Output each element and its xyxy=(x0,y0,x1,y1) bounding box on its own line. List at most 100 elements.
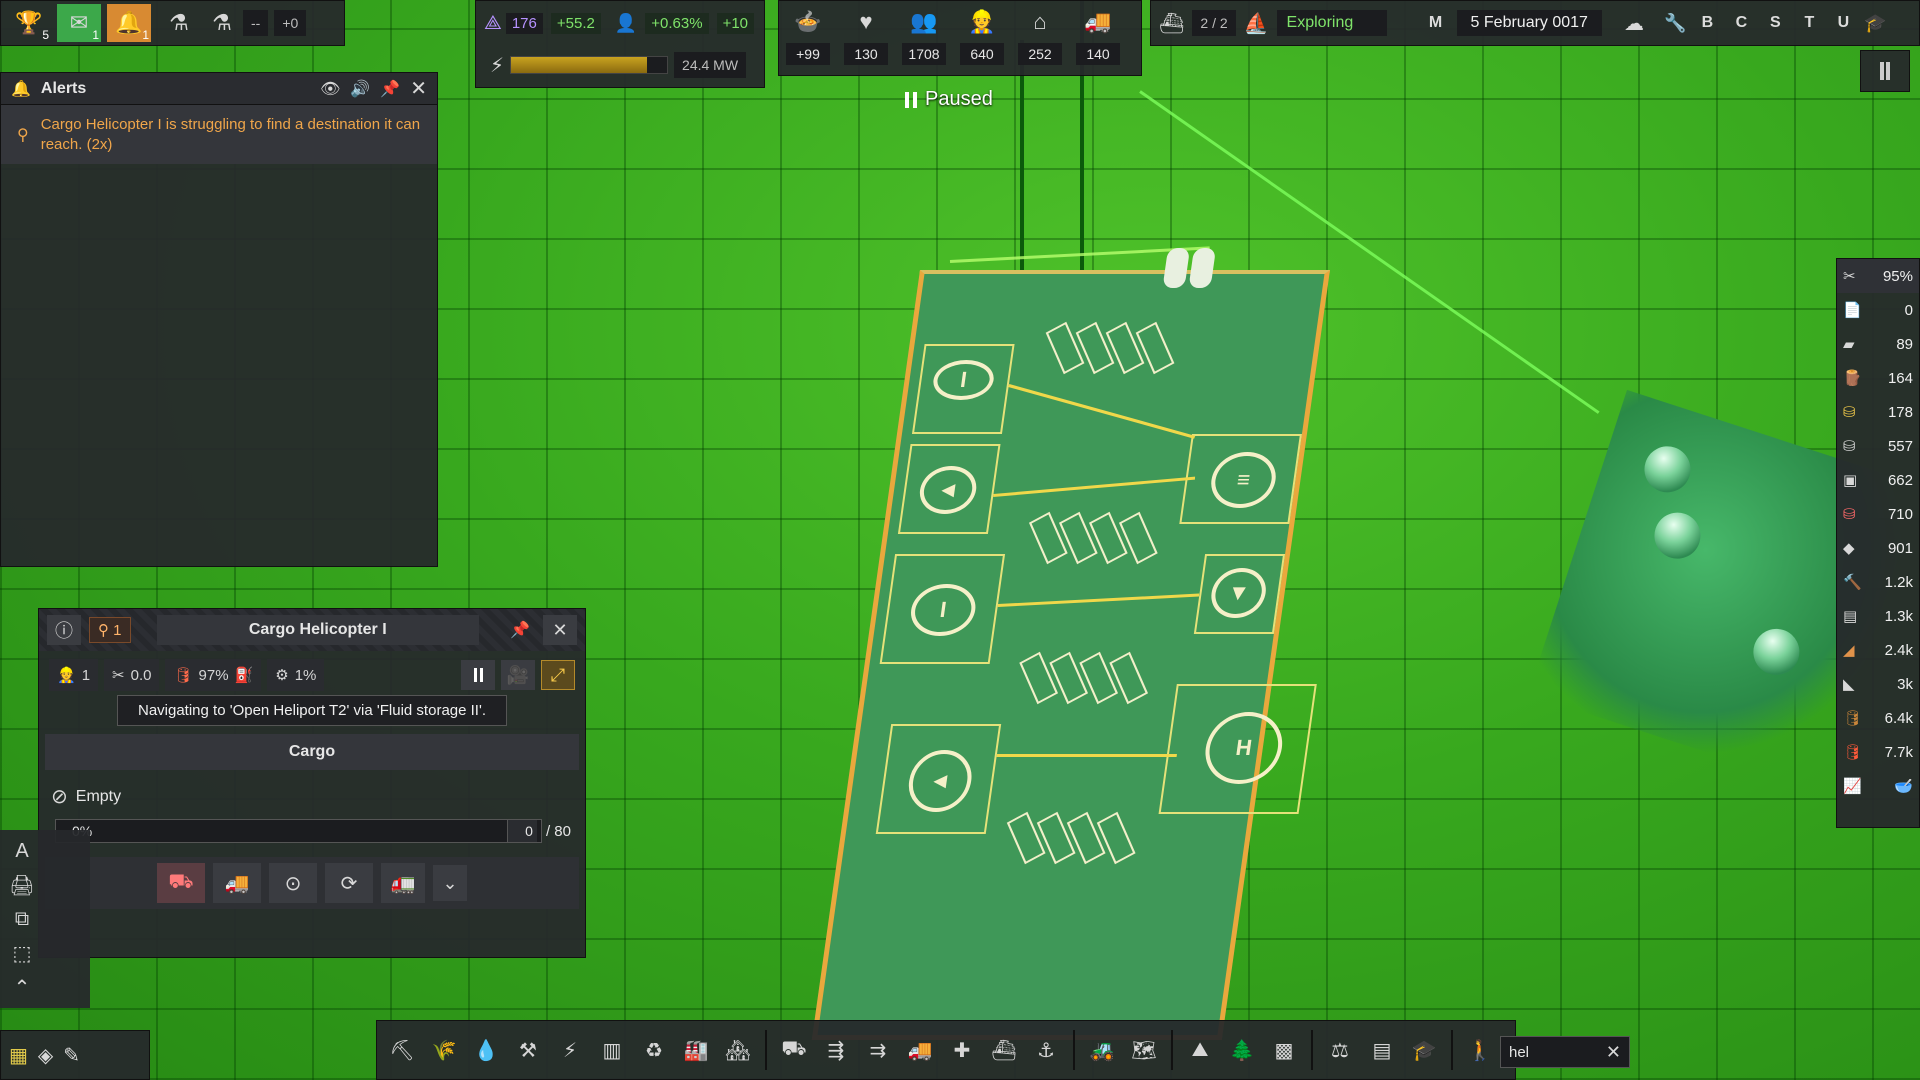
resource-row[interactable]: ▤ 1.3k xyxy=(1837,599,1919,633)
close-icon[interactable]: ✕ xyxy=(410,76,427,101)
alerts-button[interactable]: 🔔 1 xyxy=(107,4,151,42)
stat-workers[interactable]: 👷 640 xyxy=(953,1,1011,75)
landing-pad[interactable]: I xyxy=(879,554,1006,664)
resource-row[interactable]: ⛁ 178 xyxy=(1837,395,1919,429)
resource-row[interactable]: ⛁ 710 xyxy=(1837,497,1919,531)
research-button[interactable]: ⚗ xyxy=(157,4,201,42)
vehicle-icon[interactable]: 🚜 xyxy=(1083,1030,1121,1070)
info-button[interactable]: ⓘ xyxy=(47,615,81,645)
research-icon[interactable]: 🎓 xyxy=(1405,1030,1443,1070)
landing-pad[interactable]: I xyxy=(911,344,1015,434)
water-icon[interactable]: 💧 xyxy=(467,1030,505,1070)
depot-icon[interactable]: ⛟ xyxy=(775,1030,813,1070)
resource-row[interactable]: ▣ 662 xyxy=(1837,463,1919,497)
vehicle-type-button[interactable]: 🚛 xyxy=(381,863,425,903)
collapse-icon[interactable]: ⌃ xyxy=(0,970,44,1004)
landing-pad[interactable]: H xyxy=(1158,684,1317,814)
text-icon[interactable]: A xyxy=(0,834,44,868)
eye-icon[interactable]: 👁 xyxy=(320,79,340,99)
stat-health[interactable]: ♥ 130 xyxy=(837,1,895,75)
c-button[interactable]: C xyxy=(1728,14,1754,32)
resource-row[interactable]: ◣ 3k xyxy=(1837,667,1919,701)
weather-icon[interactable]: ☁ xyxy=(1624,11,1644,36)
pin-icon[interactable]: 📌 xyxy=(505,620,535,640)
pause-vehicle-button[interactable] xyxy=(461,660,495,690)
search-input[interactable]: hel xyxy=(1509,1044,1606,1061)
stat-vehicles[interactable]: 🚚 140 xyxy=(1069,1,1127,75)
food-bowl-icon[interactable]: 🥣 xyxy=(1894,777,1913,795)
wrench-icon[interactable]: 🔧 xyxy=(1664,13,1686,34)
housing-icon[interactable]: 🏘 xyxy=(719,1030,757,1070)
t-button[interactable]: T xyxy=(1796,14,1822,32)
pin-icon[interactable]: 📌 xyxy=(380,79,400,99)
b-button[interactable]: B xyxy=(1694,14,1720,32)
farm-icon[interactable]: 🌾 xyxy=(425,1030,463,1070)
balance-icon[interactable]: ⚖ xyxy=(1321,1030,1359,1070)
dock-icon[interactable]: ⚓ xyxy=(1027,1030,1065,1070)
transport-icon[interactable]: ⇉ xyxy=(859,1030,897,1070)
sound-icon[interactable]: 🔊 xyxy=(350,79,370,99)
conveyor-icon[interactable]: ⇶ xyxy=(817,1030,855,1070)
heliport[interactable]: I ◄ I ◄ ≡ ▼ H xyxy=(811,248,1330,1040)
resource-row[interactable]: ◢ 2.4k xyxy=(1837,633,1919,667)
truck-icon[interactable]: 🚚 xyxy=(901,1030,939,1070)
print-icon[interactable]: 🖨 xyxy=(0,868,44,902)
resource-row[interactable]: 📄 0 xyxy=(1837,293,1919,327)
workers-icon[interactable]: ⚒ xyxy=(509,1030,547,1070)
search-box[interactable]: hel ✕ xyxy=(1500,1036,1630,1068)
stat-food[interactable]: 🍲 +99 xyxy=(779,1,837,75)
cursor-icon[interactable]: ⬚ xyxy=(0,936,44,970)
tree-icon[interactable]: 🌲 xyxy=(1223,1030,1261,1070)
m-button[interactable]: M xyxy=(1423,14,1449,32)
storage-icon[interactable]: ▥ xyxy=(593,1030,631,1070)
trophy-button[interactable]: 🏆 5 xyxy=(7,4,51,42)
people-icon[interactable]: 🚶 xyxy=(1461,1030,1499,1070)
resource-row[interactable]: ◆ 901 xyxy=(1837,531,1919,565)
dropdown-button[interactable]: ⌄ xyxy=(433,865,467,901)
map-icon[interactable]: 🗺 xyxy=(1125,1030,1163,1070)
resource-row[interactable]: ⛁ 557 xyxy=(1837,429,1919,463)
stats-graph-icon[interactable]: 📈 xyxy=(1843,777,1862,795)
resource-row[interactable]: 🪵 164 xyxy=(1837,361,1919,395)
research-lab-button[interactable]: ⚗ xyxy=(207,4,237,42)
edit-icon[interactable]: ✎ xyxy=(63,1043,80,1068)
captain-icon[interactable]: 🎓 xyxy=(1864,13,1886,34)
landing-pad[interactable]: ▼ xyxy=(1193,554,1286,634)
landing-pad[interactable]: ≡ xyxy=(1179,434,1302,524)
ship-icon[interactable]: ⛴ xyxy=(985,1030,1023,1070)
blueprint-icon[interactable]: ▤ xyxy=(1363,1030,1401,1070)
show-route-button[interactable]: ⤢ xyxy=(541,660,575,690)
unload-button[interactable]: ⛟ xyxy=(157,863,205,903)
landing-pad[interactable]: ◄ xyxy=(875,724,1002,834)
pipe-icon[interactable]: ✚ xyxy=(943,1030,981,1070)
resource-row[interactable]: ▰ 89 xyxy=(1837,327,1919,361)
resource-row[interactable]: 🔨 1.2k xyxy=(1837,565,1919,599)
s-button[interactable]: S xyxy=(1762,14,1788,32)
power-icon[interactable]: ⚡ xyxy=(551,1030,589,1070)
send-to-depot-button[interactable]: 🚚 xyxy=(213,863,261,903)
layers-icon[interactable]: ◈ xyxy=(38,1043,53,1068)
messages-button[interactable]: ✉ 1 xyxy=(57,4,101,42)
pattern-icon[interactable]: ▩ xyxy=(1265,1030,1303,1070)
go-to-location-button[interactable]: ⊙ xyxy=(269,863,317,903)
alert-item[interactable]: ⚲ Cargo Helicopter I is struggling to fi… xyxy=(1,105,437,164)
close-icon[interactable]: ✕ xyxy=(1606,1042,1621,1063)
grid-icon[interactable]: ▦ xyxy=(9,1043,28,1068)
resource-row[interactable]: 🛢 6.4k xyxy=(1837,701,1919,735)
mining-icon[interactable]: ⛏ xyxy=(383,1030,421,1070)
stat-housing[interactable]: ⌂ 252 xyxy=(1011,1,1069,75)
pause-button[interactable] xyxy=(1860,50,1910,92)
recycle-icon[interactable]: ♻ xyxy=(635,1030,673,1070)
vehicle-pin-badge[interactable]: ⚲ 1 xyxy=(89,617,131,643)
resource-row[interactable]: 🛢 7.7k xyxy=(1837,735,1919,769)
replace-button[interactable]: ⟳ xyxy=(325,863,373,903)
factory-icon[interactable]: 🏭 xyxy=(677,1030,715,1070)
landing-pad[interactable]: ◄ xyxy=(897,444,1001,534)
stat-population[interactable]: 👥 1708 xyxy=(895,1,953,75)
u-button[interactable]: U xyxy=(1830,14,1856,32)
maintenance-row[interactable]: ✂ 95% xyxy=(1837,259,1919,293)
close-button[interactable]: ✕ xyxy=(543,615,577,645)
copy-icon[interactable]: ⧉ xyxy=(0,902,44,936)
terrain-icon[interactable]: ⛰ xyxy=(1181,1030,1219,1070)
camera-follow-button[interactable]: 🎥 xyxy=(501,660,535,690)
